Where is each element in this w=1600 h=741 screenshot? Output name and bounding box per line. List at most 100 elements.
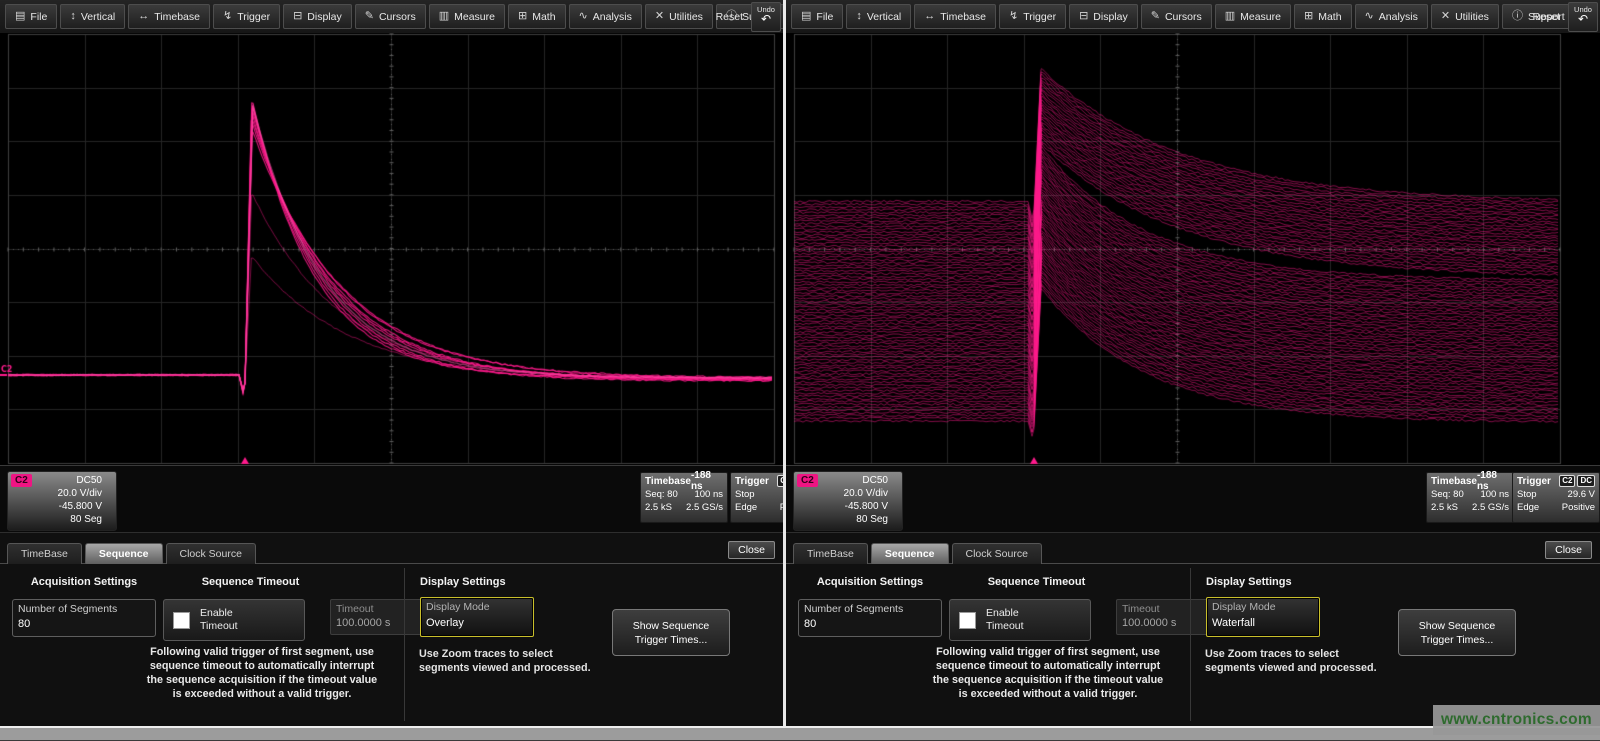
math-icon: ⊞ <box>518 11 527 22</box>
display-settings-heading: Display Settings <box>420 576 540 588</box>
timebase-perdiv: 100 ns <box>1480 488 1509 501</box>
trigger-descriptor[interactable]: Trigger C2 DC Stop 29.6 V Edge Positive <box>730 472 783 523</box>
menu-item-utilities[interactable]: ✕Utilities <box>645 4 713 29</box>
menu-item-timebase[interactable]: ↔ Timebase <box>914 4 996 29</box>
trigger-coupling-badge: DC <box>1577 475 1595 487</box>
number-of-segments-value: 80 <box>18 618 30 630</box>
menu-item-label: Trigger <box>1023 11 1056 23</box>
menu-item-label: Cursors <box>1165 11 1202 23</box>
show-sequence-trigger-times-button[interactable]: Show Sequence Trigger Times... <box>612 609 730 656</box>
reset-button[interactable]: Reset <box>716 0 743 33</box>
pane-divider <box>783 0 786 741</box>
timebase-descriptor[interactable]: Timebase -188 ns Seq: 80 100 ns 2.5 kS 2… <box>1426 472 1514 523</box>
waveform-display[interactable] <box>0 33 783 465</box>
menu-item-label: Timebase <box>940 11 986 23</box>
sequence-timeout-heading: Sequence Timeout <box>178 576 323 588</box>
menu-item-display[interactable]: ⊟Display <box>283 4 352 29</box>
menu-item-label: Timebase <box>154 11 200 23</box>
number-of-segments-value: 80 <box>804 618 816 630</box>
tab-clock-source[interactable]: Clock Source <box>166 543 256 564</box>
undo-button[interactable]: Undo ↶ <box>1568 2 1598 32</box>
channel-descriptor[interactable]: C2 DC50 20.0 V/div -45.800 V 80 Seg <box>793 471 903 531</box>
menu-item-display[interactable]: ⊟Display <box>1069 4 1138 29</box>
undo-icon: ↶ <box>1569 14 1597 25</box>
enable-timeout-checkbox[interactable]: Enable Timeout <box>163 599 305 641</box>
menu-item-file[interactable]: ▤File <box>791 4 843 29</box>
menu-item-label: Vertical <box>81 11 115 23</box>
display-mode-select[interactable]: Display Mode Waterfall <box>1206 597 1320 637</box>
menu-item-label: Measure <box>1240 11 1281 23</box>
menu-item-trigger[interactable]: ↯Trigger <box>999 4 1066 29</box>
vertical-icon: ↕ <box>70 11 76 22</box>
menu-item-utilities[interactable]: ✕Utilities <box>1431 4 1499 29</box>
channel-coupling: DC50 <box>844 474 888 487</box>
menu-item-label: Math <box>1318 11 1341 23</box>
menu-item-analysis[interactable]: ∿ Analysis <box>1355 4 1428 29</box>
dialog-tab-row: TimeBaseSequenceClock Source Close <box>786 538 1600 564</box>
trigger-source-badge: C2 <box>1559 475 1575 487</box>
cursors-icon: ✎ <box>1151 11 1160 22</box>
tab-sequence[interactable]: Sequence <box>871 543 949 564</box>
timebase-rate: 2.5 GS/s <box>1472 501 1509 514</box>
analysis-icon: ∿ <box>1365 11 1374 22</box>
menu-item-timebase[interactable]: ↔ Timebase <box>128 4 210 29</box>
timebase-seq: Seq: 80 <box>645 488 678 501</box>
channel-segments: 80 Seg <box>58 513 102 526</box>
number-of-segments-label: Number of Segments <box>804 603 903 615</box>
tab-timebase[interactable]: TimeBase <box>7 543 82 564</box>
timebase-descriptor[interactable]: Timebase -188 ns Seq: 80 100 ns 2.5 kS 2… <box>640 472 728 523</box>
menu-item-trigger[interactable]: ↯Trigger <box>213 4 280 29</box>
trigger-descriptor[interactable]: Trigger C2 DC Stop 29.6 V Edge Positive <box>1512 472 1600 523</box>
reset-button[interactable]: Reset <box>1533 0 1560 33</box>
timeout-value: 100.0000 s <box>1122 617 1176 629</box>
enable-timeout-label: Enable Timeout <box>986 607 1044 633</box>
timebase-title: Timebase <box>1431 476 1477 487</box>
analysis-icon: ∿ <box>579 11 588 22</box>
menu-item-label: Analysis <box>1379 11 1418 23</box>
menu-item-vertical[interactable]: ↕ Vertical <box>60 4 125 29</box>
timebase-samples: 2.5 kS <box>1431 501 1458 514</box>
menu-item-measure[interactable]: ▥Measure <box>1215 4 1291 29</box>
tab-sequence[interactable]: Sequence <box>85 543 163 564</box>
watermark: www.cntronics.com <box>1433 705 1600 735</box>
menu-item-measure[interactable]: ▥Measure <box>429 4 505 29</box>
number-of-segments-field[interactable]: Number of Segments 80 <box>798 599 942 637</box>
tab-clock-source[interactable]: Clock Source <box>952 543 1042 564</box>
menu-item-math[interactable]: ⊞Math <box>1294 4 1352 29</box>
timebase-rate: 2.5 GS/s <box>686 501 723 514</box>
dialog-content: Acquisition Settings Number of Segments … <box>786 564 1600 726</box>
menu-item-file[interactable]: ▤File <box>5 4 57 29</box>
timebase-icon: ↔ <box>138 11 149 22</box>
menu-item-cursors[interactable]: ✎Cursors <box>355 4 426 29</box>
menu-item-analysis[interactable]: ∿Analysis <box>569 4 642 29</box>
menu-item-label: File <box>816 11 833 23</box>
checkbox-box[interactable] <box>959 612 976 629</box>
waveform-display[interactable] <box>786 33 1600 465</box>
dialog-tab-row: TimeBaseSequenceClock Source Close <box>0 538 783 564</box>
channel-badge: C2 <box>11 474 32 487</box>
display-icon: ⊟ <box>1079 11 1088 22</box>
timeout-note: Following valid trigger of first segment… <box>142 645 382 701</box>
undo-button[interactable]: Undo ↶ <box>751 2 781 32</box>
acquisition-settings-heading: Acquisition Settings <box>798 576 942 588</box>
zoom-traces-note: Use Zoom traces to select segments viewe… <box>419 647 604 675</box>
display-mode-select[interactable]: Display Mode Overlay <box>420 597 534 637</box>
show-sequence-trigger-times-button[interactable]: Show Sequence Trigger Times... <box>1398 609 1516 656</box>
descriptor-strip: C2 DC50 20.0 V/div -45.800 V 80 Seg Time… <box>786 465 1600 533</box>
tab-timebase[interactable]: TimeBase <box>793 543 868 564</box>
menu-item-cursors[interactable]: ✎ Cursors <box>1141 4 1212 29</box>
number-of-segments-field[interactable]: Number of Segments 80 <box>12 599 156 637</box>
close-button[interactable]: Close <box>728 541 775 559</box>
display-mode-label: Display Mode <box>1212 601 1276 613</box>
dialog-content: Acquisition Settings Number of Segments … <box>0 564 783 726</box>
checkbox-box[interactable] <box>173 612 190 629</box>
menu-item-label: Cursors <box>379 11 416 23</box>
timebase-icon: ↔ <box>924 11 935 22</box>
menu-items: ▤File↕Vertical↔Timebase↯Trigger⊟Display✎… <box>791 4 1575 29</box>
dialog-tabs: TimeBaseSequenceClock Source <box>793 543 1042 564</box>
enable-timeout-checkbox[interactable]: Enable Timeout <box>949 599 1091 641</box>
channel-descriptor[interactable]: C2 DC50 20.0 V/div -45.800 V 80 Seg <box>7 471 117 531</box>
menu-item-vertical[interactable]: ↕Vertical <box>846 4 911 29</box>
close-button[interactable]: Close <box>1545 541 1592 559</box>
menu-item-math[interactable]: ⊞Math <box>508 4 566 29</box>
